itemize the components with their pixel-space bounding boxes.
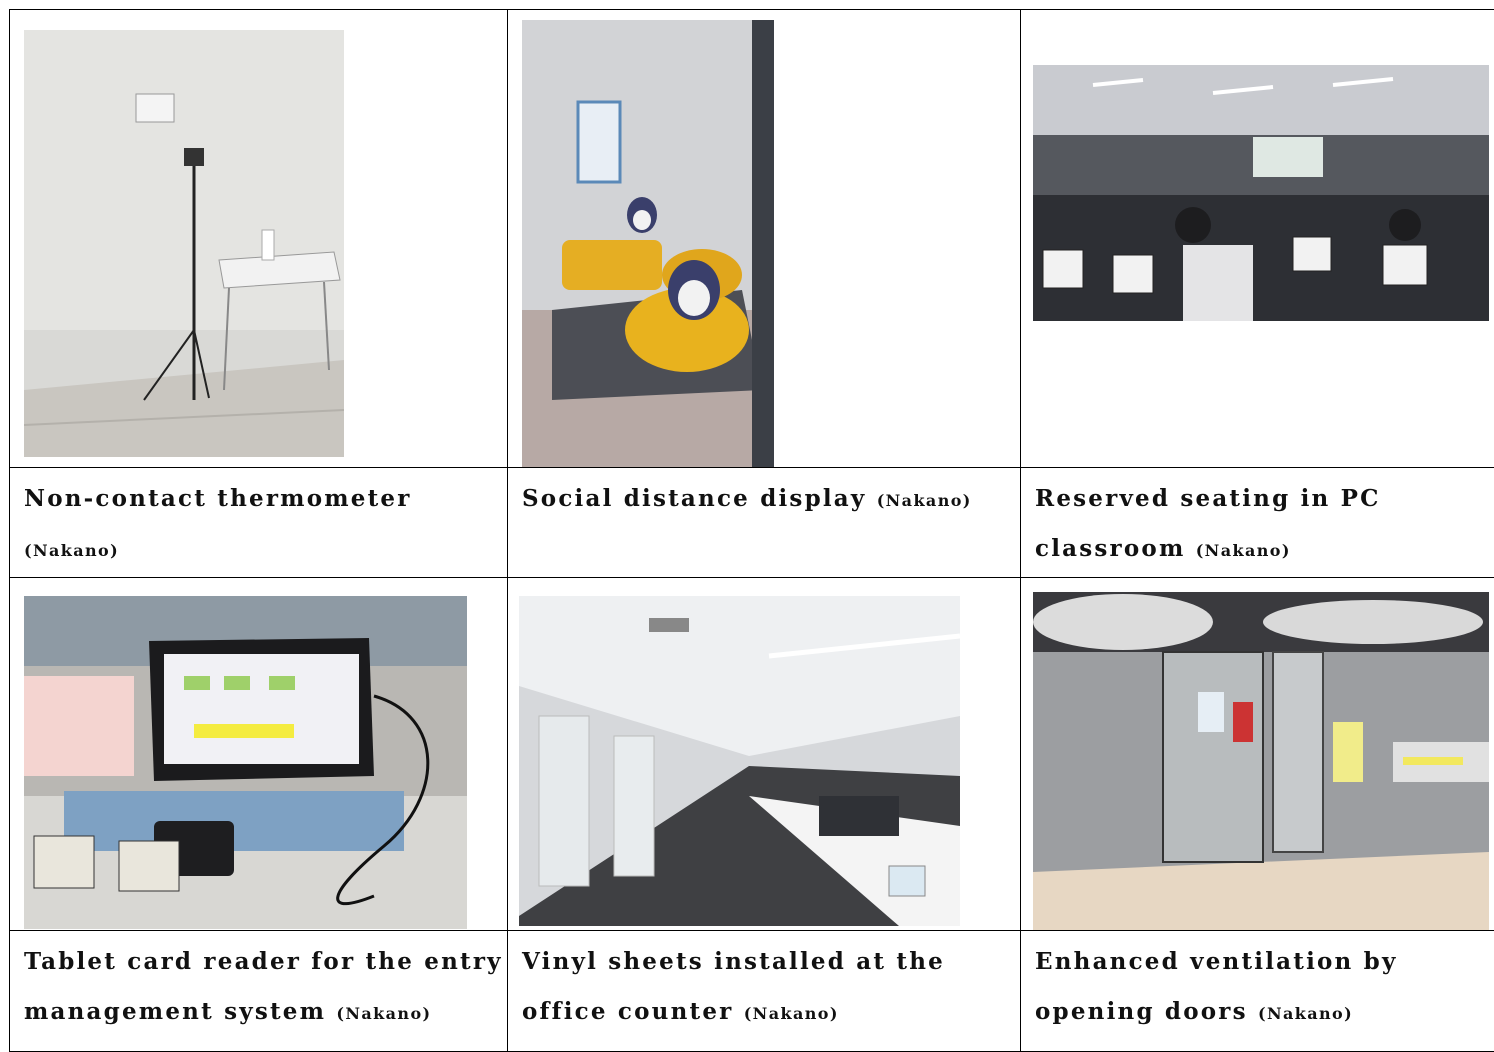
caption-cell-social-distance: Social distance display (Nakano)	[508, 468, 1021, 578]
caption-location: (Nakano)	[1258, 1004, 1353, 1023]
caption-location: (Nakano)	[877, 491, 972, 510]
photo-cell-ventilation	[1021, 578, 1494, 931]
caption-cell-office-counter: Vinyl sheets installed at the office cou…	[508, 931, 1021, 1052]
caption-location: (Nakano)	[744, 1004, 839, 1023]
caption-location: (Nakano)	[24, 541, 119, 560]
caption-text: Non-contact thermometer	[24, 485, 412, 512]
office-counter-photo	[519, 596, 960, 926]
ventilation-photo	[1033, 592, 1489, 930]
caption-text: Vinyl sheets installed at the office cou…	[522, 948, 945, 1025]
photo-cell-thermometer	[10, 10, 508, 468]
caption-location: (Nakano)	[1196, 541, 1291, 560]
caption-cell-tablet-reader: Tablet card reader for the entry managem…	[10, 931, 508, 1052]
photo-grid: Non-contact thermometer (Nakano) Social …	[9, 9, 1494, 1052]
caption-cell-ventilation: Enhanced ventilation by opening doors (N…	[1021, 931, 1494, 1052]
thermometer-photo	[24, 30, 344, 457]
pc-classroom-photo	[1033, 65, 1489, 321]
caption-text: Social distance display	[522, 485, 866, 512]
photo-cell-social-distance	[508, 10, 1021, 468]
caption-cell-pc-classroom: Reserved seating in PC classroom (Nakano…	[1021, 468, 1494, 578]
caption-location: (Nakano)	[336, 1004, 431, 1023]
photo-cell-pc-classroom	[1021, 10, 1494, 468]
photo-cell-tablet-reader	[10, 578, 508, 931]
caption-cell-thermometer: Non-contact thermometer (Nakano)	[10, 468, 508, 578]
social-distance-photo	[522, 20, 774, 468]
tablet-reader-photo	[24, 596, 467, 929]
photo-cell-office-counter	[508, 578, 1021, 931]
